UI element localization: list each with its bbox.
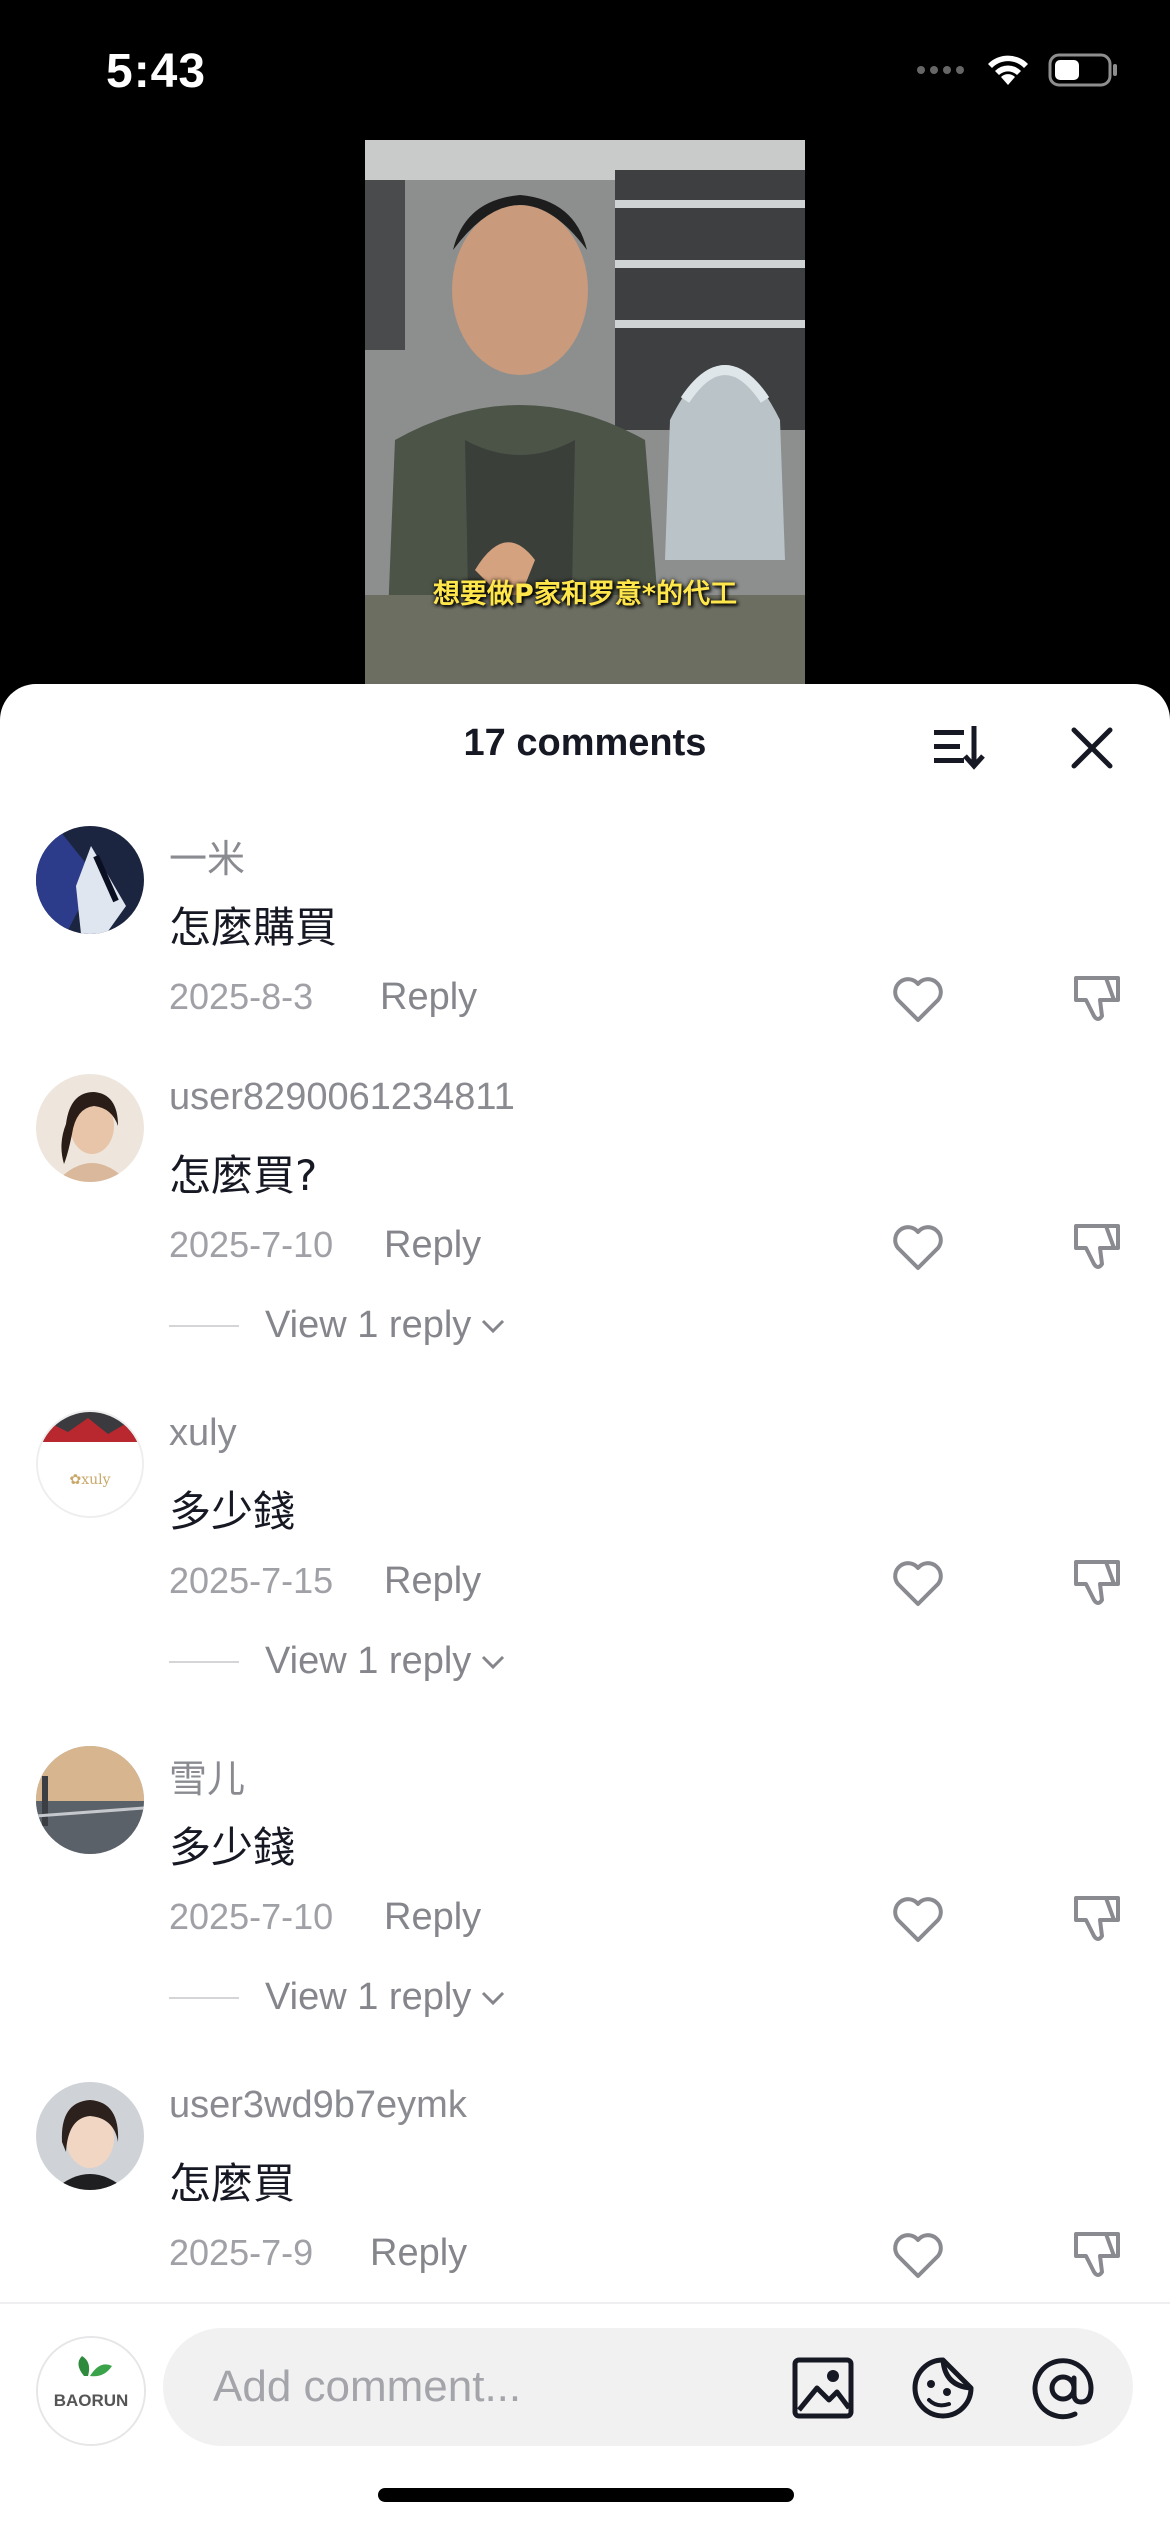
view-replies-label: View 1 reply (265, 1976, 472, 2018)
avatar[interactable] (36, 2082, 144, 2190)
dislike-icon[interactable] (1068, 1216, 1128, 1276)
dislike-icon[interactable] (1068, 968, 1128, 1028)
heart-icon[interactable] (888, 1216, 948, 1276)
heart-icon[interactable] (888, 2224, 948, 2284)
my-avatar[interactable]: BAORUN (36, 2336, 146, 2446)
wifi-icon (988, 55, 1028, 85)
home-indicator[interactable] (378, 2488, 794, 2502)
chevron-down-icon (482, 1655, 505, 1669)
avatar[interactable] (36, 1074, 144, 1182)
comments-header: 17 comments (0, 684, 1170, 806)
reply-divider (169, 1660, 239, 1663)
view-replies-button[interactable]: View 1 reply (169, 1304, 507, 1347)
dislike-icon[interactable] (1068, 1888, 1128, 1948)
view-replies-button[interactable]: View 1 reply (169, 1640, 507, 1683)
comment-date: 2025-7-9 (169, 2232, 314, 2273)
comment-text: 怎麼買 (169, 2159, 296, 2208)
status-bar: 5:43 (0, 0, 1170, 140)
comment-username[interactable]: xuly (169, 1412, 237, 1455)
heart-icon[interactable] (888, 968, 948, 1028)
battery-icon (1048, 53, 1117, 87)
video-preview[interactable]: 想要做P家和罗意*的代工 (365, 140, 805, 690)
reply-button[interactable]: Reply (380, 976, 477, 1019)
comment-text: 多少錢 (169, 1823, 296, 1872)
chevron-down-icon (482, 1991, 505, 2005)
reply-divider (169, 1996, 239, 1999)
comment-item: user8290061234811 怎麼買? 2025-7-10 Reply V… (0, 1054, 1170, 1384)
avatar[interactable] (36, 826, 144, 934)
heart-icon[interactable] (888, 1888, 948, 1948)
dislike-icon[interactable] (1068, 1552, 1128, 1612)
reply-button[interactable]: Reply (370, 2232, 467, 2275)
comment-item: user3wd9b7eymk 怎麼買 2025-7-9 Reply (0, 2062, 1170, 2300)
comment-date: 2025-8-3 (169, 976, 314, 1017)
sort-icon[interactable] (930, 716, 990, 776)
view-replies-button[interactable]: View 1 reply (169, 1976, 507, 2019)
brand-logo-text: BAORUN (54, 2391, 129, 2410)
avatar[interactable]: ✿xuly (36, 1410, 144, 1518)
reply-divider (169, 1324, 239, 1327)
comment-text: 怎麼買? (169, 1151, 318, 1200)
reply-button[interactable]: Reply (384, 1896, 481, 1939)
reply-button[interactable]: Reply (384, 1224, 481, 1267)
comment-item: 雪儿 多少錢 2025-7-10 Reply View 1 reply (0, 1726, 1170, 2056)
comment-list[interactable]: 一米 怎麼購買 2025-8-3 Reply user8290061234811… (0, 806, 1170, 2300)
comment-item: 一米 怎麼購買 2025-8-3 Reply (0, 806, 1170, 1056)
signal-icon (917, 66, 964, 74)
comment-count: 17 comments (463, 722, 707, 764)
comment-input-placeholder: Add comment... (213, 2362, 522, 2411)
comment-item: ✿xuly xuly 多少錢 2025-7-15 Reply View 1 re… (0, 1390, 1170, 1720)
comment-username[interactable]: user8290061234811 (169, 1076, 515, 1119)
svg-text:✿xuly: ✿xuly (69, 1472, 110, 1488)
comment-date: 2025-7-10 (169, 1896, 334, 1937)
comment-text: 怎麼購買 (169, 903, 338, 952)
avatar[interactable] (36, 1746, 144, 1854)
view-replies-label: View 1 reply (265, 1304, 472, 1346)
comment-text: 多少錢 (169, 1487, 296, 1536)
comment-username[interactable]: 雪儿 (169, 1748, 245, 1803)
dislike-icon[interactable] (1068, 2224, 1128, 2284)
close-icon[interactable] (1064, 720, 1120, 776)
comment-date: 2025-7-10 (169, 1224, 334, 1265)
reply-button[interactable]: Reply (384, 1560, 481, 1603)
view-replies-label: View 1 reply (265, 1640, 472, 1682)
comment-username[interactable]: 一米 (169, 828, 245, 883)
comment-date: 2025-7-15 (169, 1560, 334, 1601)
status-icons (916, 52, 1120, 88)
image-icon[interactable] (789, 2354, 857, 2422)
chevron-down-icon (482, 1319, 505, 1333)
comment-username[interactable]: user3wd9b7eymk (169, 2084, 467, 2127)
comment-input[interactable]: Add comment... (163, 2328, 1133, 2446)
mention-icon[interactable] (1029, 2354, 1097, 2422)
video-caption: 想要做P家和罗意*的代工 (433, 579, 737, 610)
status-time: 5:43 (106, 45, 207, 98)
comments-sheet: 17 comments 一米 怎麼購買 2025-8-3 Reply user8… (0, 684, 1170, 2532)
sticker-icon[interactable] (909, 2354, 977, 2422)
heart-icon[interactable] (888, 1552, 948, 1612)
comment-composer: BAORUN Add comment... (0, 2302, 1170, 2534)
